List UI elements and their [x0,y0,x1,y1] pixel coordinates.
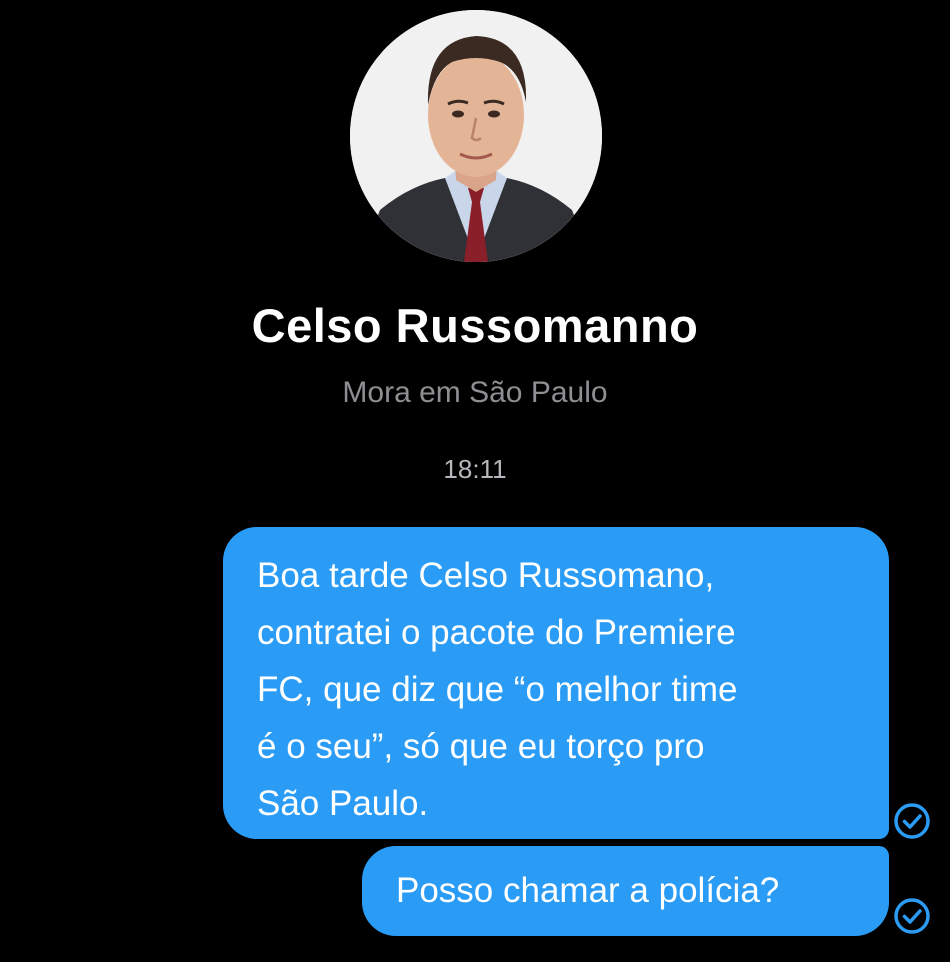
message-text-line: FC, que diz que “o melhor time [257,670,738,709]
message-timestamp: 18:11 [443,454,507,484]
sent-message-bubble[interactable]: Boa tarde Celso Russomano, contratei o p… [223,527,889,839]
profile-subtitle: Mora em São Paulo [342,376,608,409]
profile-name: Celso Russomanno [251,299,699,352]
sent-message-bubble[interactable]: Posso chamar a polícia? [362,846,889,936]
avatar-portrait [350,10,602,262]
message-text-line: Boa tarde Celso Russomano, [257,556,715,595]
message-text-line: Posso chamar a polícia? [396,871,780,910]
check-circle-icon [892,801,932,841]
avatar[interactable] [350,10,602,262]
message-text-line: é o seu”, só que eu torço pro [257,727,705,766]
message-text-line: São Paulo. [257,784,429,823]
message-text-line: contratei o pacote do Premiere [257,613,736,652]
check-circle-icon [892,896,932,936]
